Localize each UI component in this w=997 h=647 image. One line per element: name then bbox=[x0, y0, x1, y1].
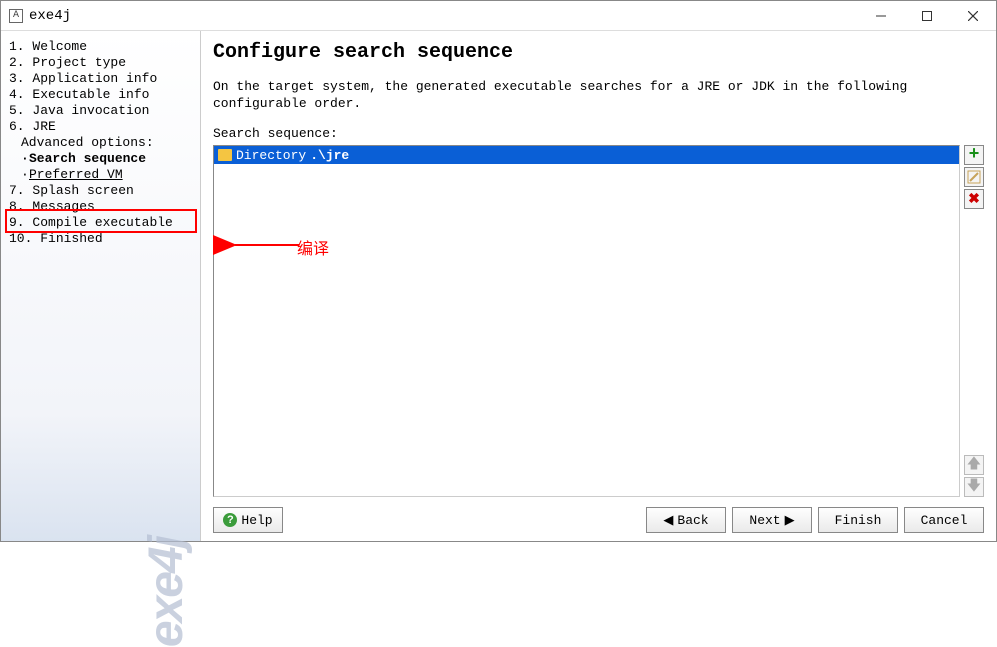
titlebar-left: A exe4j bbox=[9, 8, 71, 24]
maximize-button[interactable] bbox=[904, 1, 950, 31]
arrow-up-icon: 🡅 bbox=[967, 453, 981, 477]
cross-icon: ✖ bbox=[968, 191, 980, 208]
help-button[interactable]: ? Help bbox=[213, 507, 283, 533]
remove-button[interactable]: ✖ bbox=[964, 189, 984, 209]
bottom-bar: ? Help ◀ Back Next ▶ Finish Cancel bbox=[213, 507, 984, 533]
seq-container: Directory .\jre + ✖ 🡅 🡇 bbox=[213, 145, 984, 497]
step-compile-executable[interactable]: 9. Compile executable bbox=[9, 215, 196, 231]
minimize-icon bbox=[876, 11, 886, 21]
finish-button[interactable]: Finish bbox=[818, 507, 898, 533]
minimize-button[interactable] bbox=[858, 1, 904, 31]
seq-buttons: + ✖ 🡅 🡇 bbox=[964, 145, 984, 497]
folder-icon bbox=[218, 149, 232, 161]
next-button[interactable]: Next ▶ bbox=[732, 507, 812, 533]
step-application-info[interactable]: 3. Application info bbox=[9, 71, 196, 87]
back-button[interactable]: ◀ Back bbox=[646, 507, 726, 533]
window-controls bbox=[858, 1, 996, 31]
step-splash-screen[interactable]: 7. Splash screen bbox=[9, 183, 196, 199]
help-label: Help bbox=[241, 513, 272, 528]
nav-buttons: ◀ Back Next ▶ Finish Cancel bbox=[646, 507, 984, 533]
step-welcome[interactable]: 1. Welcome bbox=[9, 39, 196, 55]
adv-search-sequence[interactable]: ·Search sequence bbox=[9, 151, 196, 167]
move-down-button[interactable]: 🡇 bbox=[964, 477, 984, 497]
titlebar: A exe4j bbox=[1, 1, 996, 31]
plus-icon: + bbox=[969, 148, 980, 162]
move-up-button[interactable]: 🡅 bbox=[964, 455, 984, 475]
close-icon bbox=[968, 11, 978, 21]
seq-item-prefix: Directory bbox=[236, 148, 306, 163]
maximize-icon bbox=[922, 11, 932, 21]
watermark: exe4j bbox=[139, 537, 194, 647]
cancel-button[interactable]: Cancel bbox=[904, 507, 984, 533]
step-java-invocation[interactable]: 5. Java invocation bbox=[9, 103, 196, 119]
seq-item-directory[interactable]: Directory .\jre bbox=[214, 146, 959, 164]
page-description: On the target system, the generated exec… bbox=[213, 78, 984, 112]
content: 1. Welcome 2. Project type 3. Applicatio… bbox=[1, 31, 996, 541]
pencil-icon bbox=[967, 170, 981, 184]
step-executable-info[interactable]: 4. Executable info bbox=[9, 87, 196, 103]
app-icon: A bbox=[9, 9, 23, 23]
step-list: 1. Welcome 2. Project type 3. Applicatio… bbox=[9, 39, 196, 247]
adv-preferred-vm[interactable]: ·Preferred VM bbox=[9, 167, 196, 183]
step-messages[interactable]: 8. Messages bbox=[9, 199, 196, 215]
step-finished[interactable]: 10. Finished bbox=[9, 231, 196, 247]
seq-label: Search sequence: bbox=[213, 126, 984, 141]
advanced-options-label: Advanced options: bbox=[9, 135, 196, 151]
window-title: exe4j bbox=[29, 8, 71, 24]
step-project-type[interactable]: 2. Project type bbox=[9, 55, 196, 71]
edit-button[interactable] bbox=[964, 167, 984, 187]
help-icon: ? bbox=[223, 513, 237, 527]
arrow-down-icon: 🡇 bbox=[967, 475, 981, 499]
close-button[interactable] bbox=[950, 1, 996, 31]
sidebar: 1. Welcome 2. Project type 3. Applicatio… bbox=[1, 31, 201, 541]
main-panel: Configure search sequence On the target … bbox=[201, 31, 996, 541]
step-jre[interactable]: 6. JRE bbox=[9, 119, 196, 135]
add-button[interactable]: + bbox=[964, 145, 984, 165]
search-sequence-list[interactable]: Directory .\jre bbox=[213, 145, 960, 497]
page-heading: Configure search sequence bbox=[213, 41, 984, 64]
seq-item-path: .\jre bbox=[310, 148, 349, 163]
